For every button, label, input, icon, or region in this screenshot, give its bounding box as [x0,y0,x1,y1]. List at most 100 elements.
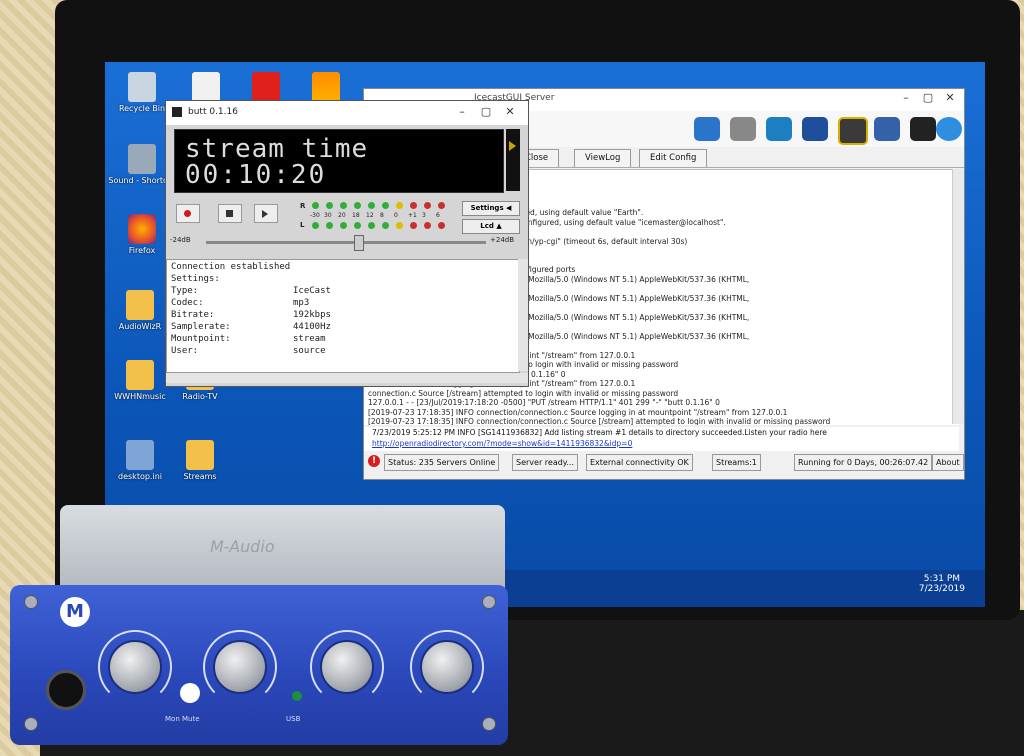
butt-titlebar[interactable]: butt 0.1.16 – ▢ ✕ [166,101,528,125]
status-server-state: Server ready... [512,454,579,471]
lcd-side-panel[interactable] [506,129,520,191]
phone-icon[interactable] [802,117,828,141]
maximize-icon[interactable]: ▢ [478,105,494,118]
meter-scale-label: 0 [394,212,398,219]
refresh-icon[interactable] [766,117,792,141]
tray-clock[interactable]: 5:31 PM 7/23/2019 [919,574,965,594]
log-setting-key: Samplerate: [171,322,231,332]
meter-led-l [368,222,375,229]
meter-scale-label: 6 [436,212,440,219]
log-line: [2019-07-23 17:18:35] INFO connection/co… [368,417,831,425]
butt-log-vscroll[interactable] [518,259,528,371]
play-button[interactable] [254,204,278,223]
usb-led [292,691,302,701]
meter-scale-label: 3 [422,212,426,219]
meter-led-r [354,202,361,209]
meter-scale-label: 30 [324,212,332,219]
log-setting-key: Bitrate: [171,310,215,320]
icecast-info-panel: 7/23/2019 5:25:12 PM INFO [SG1411936832]… [364,427,959,451]
log-setting-value: mp3 [293,298,310,308]
minimize-icon[interactable]: – [454,105,470,118]
stop-button[interactable] [218,204,242,223]
help-icon[interactable] [936,117,962,141]
log-settings-heading: Settings: [171,274,220,284]
screw [482,717,496,731]
meter-scale-label: 12 [366,212,374,219]
status-servers: Status: 235 Servers Online [384,454,500,471]
meter-scale-label: +1 [408,212,417,219]
status-connectivity: External connectivity OK [586,454,693,471]
log-status: Connection established [171,262,291,272]
meter-label-r: R [300,202,306,210]
gain-slider-handle[interactable] [354,235,364,251]
stop-icon [226,210,233,217]
about-button[interactable]: About [932,454,964,471]
close-icon[interactable]: ✕ [502,105,518,118]
meter-led-l [424,222,431,229]
icecast-statusbar: ! Status: 235 Servers Online Server read… [364,453,964,471]
meter-led-r [410,202,417,209]
log-setting-key: Codec: [171,298,204,308]
device-logo: M [60,597,90,627]
headphone-jack [46,670,86,710]
gain-min-label: -24dB [170,236,191,244]
app-icon [172,107,182,117]
folder-icon [186,440,214,470]
mute-label: Mon Mute [165,715,200,723]
meter-led-l [354,222,361,229]
meter-scale-label: -30 [310,212,320,219]
butt-log[interactable]: Connection established Settings: Type: Ic… [166,259,520,373]
document-icon [192,72,220,102]
lcd-time: 00:10:20 [185,160,327,190]
meter-led-l [312,222,319,229]
device-brand: M-Audio [208,537,277,556]
gain-slider-track[interactable] [206,241,486,244]
directory-link[interactable]: http://openradiodirectory.com/?mode=show… [372,439,632,448]
meter-led-l [326,222,333,229]
play-icon [262,210,268,218]
arrow-right-icon [509,141,516,151]
desktop-icon-streams[interactable]: Streams [165,440,235,481]
maximize-icon[interactable]: ▢ [920,91,936,104]
input-2-knob[interactable] [420,640,474,694]
minimize-icon[interactable]: – [898,91,914,104]
icecast-log-scrollbar[interactable] [952,169,964,424]
butt-window[interactable]: butt 0.1.16 – ▢ ✕ stream time 00:10:20 R… [165,100,529,387]
butt-log-hscroll[interactable] [166,373,528,383]
meter-led-l [340,222,347,229]
meter-led-l [382,222,389,229]
meter-led-r [396,202,403,209]
record-button[interactable] [176,204,200,223]
close-icon[interactable]: ✕ [942,91,958,104]
input-1-knob[interactable] [320,640,374,694]
chat-icon[interactable] [838,117,868,145]
log-setting-key: User: [171,346,199,356]
mixer-icon[interactable] [694,117,720,141]
log-setting-key: Mountpoint: [171,334,231,344]
record-icon [184,210,191,217]
log-setting-key: Type: [171,286,199,296]
error-icon[interactable]: ! [368,455,380,467]
gears-icon[interactable] [730,117,756,141]
puzzle-icon[interactable] [910,117,936,141]
mon-mute-button[interactable] [180,683,200,703]
meter-led-r [424,202,431,209]
meter-scale-label: 20 [338,212,346,219]
firefox-icon [128,214,156,244]
folder-icon [126,290,154,320]
tab-viewlog[interactable]: ViewLog [574,149,632,167]
meter-scale-label: 8 [380,212,384,219]
lcd-display[interactable]: stream time 00:10:20 [174,129,504,193]
meter-led-r [382,202,389,209]
settings-button[interactable]: Settings ◀ [462,201,520,216]
usb-label: USB [286,715,301,723]
headphone-knob[interactable] [108,640,162,694]
tab-edit-config[interactable]: Edit Config [639,149,708,167]
log-setting-value: stream [293,334,326,344]
recycle-bin-icon [128,72,156,102]
lcd-button[interactable]: Lcd ▲ [462,219,520,234]
radio-icon[interactable] [874,117,900,141]
gain-max-label: +24dB [490,236,515,244]
output-knob[interactable] [213,640,267,694]
meter-scale-label: 18 [352,212,360,219]
